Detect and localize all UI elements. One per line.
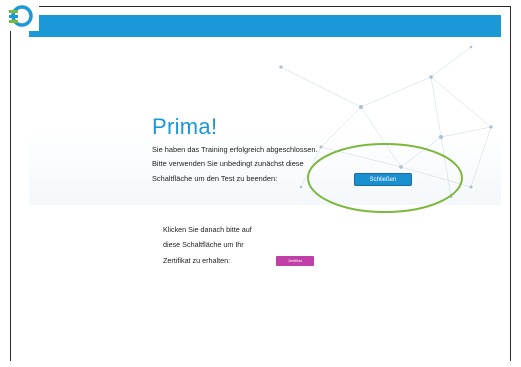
highlight-ellipse — [307, 143, 463, 213]
completion-text-line-3: Schaltfläche um den Test zu beenden: — [152, 174, 278, 183]
completion-text-line-1: Sie haben das Training erfolgreich abges… — [152, 145, 318, 154]
certificate-text-line-2: diese Schaltfläche um Ihr — [163, 240, 244, 249]
training-logo-icon — [7, 1, 39, 31]
certificate-text-line-3: Zertifikat zu erhalten: — [163, 256, 231, 265]
completion-text-line-2: Bitte verwenden Sie unbedingt zunächst d… — [152, 159, 304, 168]
page-title: Prima! — [152, 114, 218, 139]
certificate-button[interactable]: Zertifikat — [276, 256, 314, 266]
certificate-text-line-1: Klicken Sie danach bitte auf — [163, 225, 252, 234]
top-header-bar — [29, 15, 501, 37]
